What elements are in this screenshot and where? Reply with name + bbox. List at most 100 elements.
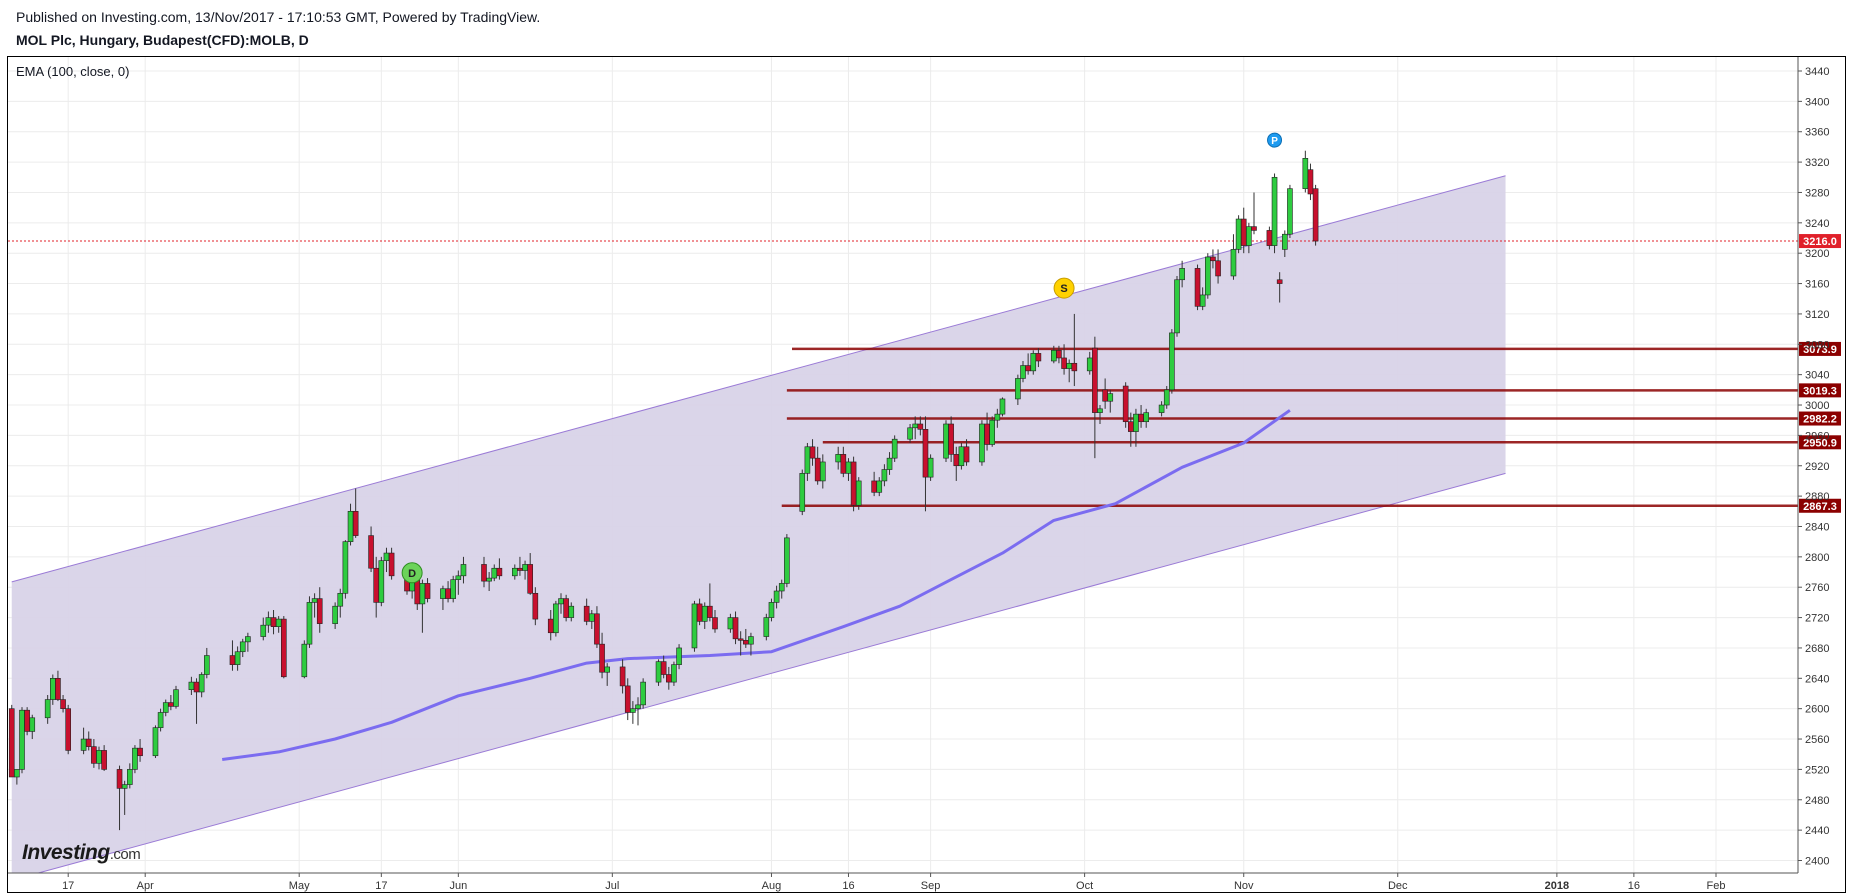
x-tick-label: Jul xyxy=(605,880,619,892)
candle-body-down xyxy=(193,681,200,693)
candle-body-down xyxy=(583,605,590,622)
candle-body-up xyxy=(1158,404,1165,413)
candle-body-up xyxy=(640,681,646,706)
x-tick-label: Oct xyxy=(1076,880,1093,892)
candle-body-down xyxy=(1102,389,1108,402)
marker-label: D xyxy=(408,568,416,580)
candle-body-down xyxy=(1251,226,1257,231)
candle-body-up xyxy=(1107,393,1114,402)
candle-body-down xyxy=(168,702,174,707)
candle-body-down xyxy=(424,583,431,599)
candle-body-up xyxy=(927,457,934,478)
candle-body-down xyxy=(814,457,821,482)
candle-body-up xyxy=(1302,158,1309,189)
candle-body-up xyxy=(245,636,251,643)
candle-body-up xyxy=(671,664,677,683)
x-tick-label: 17 xyxy=(375,880,387,892)
candle-body-down xyxy=(316,598,323,624)
candle-body-up xyxy=(383,552,390,561)
y-tick-label: 2520 xyxy=(1805,764,1829,776)
x-tick-label: May xyxy=(289,880,310,892)
candle-body-up xyxy=(44,699,51,719)
candle xyxy=(691,600,698,652)
candle-body-up xyxy=(588,613,595,622)
candle-body-up xyxy=(239,641,246,653)
candle-body-up xyxy=(1282,233,1288,250)
candle-body-up xyxy=(1169,332,1175,391)
candle-body-up xyxy=(1174,279,1180,334)
candle xyxy=(989,416,996,447)
candle-body-up xyxy=(1230,249,1237,277)
candle-body-up xyxy=(121,784,128,789)
x-tick-label: Jun xyxy=(449,880,467,892)
candle-body-down xyxy=(1138,413,1144,423)
candle-body-down xyxy=(1215,260,1221,277)
candlestick-chart[interactable]: 3073.93019.32982.22950.92867.3 DSP 24002… xyxy=(0,0,1855,895)
candle-body-up xyxy=(1179,268,1185,281)
candle-body-up xyxy=(1051,350,1057,362)
candle-body-up xyxy=(440,588,446,599)
candle-body-down xyxy=(280,618,287,678)
candle xyxy=(301,640,308,679)
candle-body-up xyxy=(188,681,195,690)
x-tick-label: 16 xyxy=(1628,880,1640,892)
y-tick-label: 2480 xyxy=(1805,795,1829,807)
candle xyxy=(342,540,349,599)
candle-body-up xyxy=(127,769,133,785)
y-tick-label: 2840 xyxy=(1805,521,1829,533)
y-tick-label: 3120 xyxy=(1805,309,1829,321)
candle-body-up xyxy=(332,605,338,624)
y-tick-label: 3000 xyxy=(1805,400,1829,412)
candle xyxy=(8,704,15,778)
candle-body-up xyxy=(152,727,159,757)
y-tick-label: 2760 xyxy=(1805,582,1829,594)
candle xyxy=(1230,234,1237,280)
candle-body-up xyxy=(162,702,169,713)
y-tick-label: 3200 xyxy=(1805,248,1829,260)
candle-body-up xyxy=(80,738,87,751)
candle-body-down xyxy=(1071,362,1078,372)
level-label: 2982.2 xyxy=(1803,414,1837,426)
candle-body-down xyxy=(229,655,236,665)
candle-body-up xyxy=(691,603,698,649)
candle xyxy=(65,704,71,755)
candle-body-down xyxy=(8,708,15,778)
investing-logo: Investing.com xyxy=(22,841,141,865)
candle-body-up xyxy=(768,602,775,618)
candle-body-up xyxy=(1133,413,1139,432)
candle-body-down xyxy=(101,750,107,770)
candle-body-up xyxy=(1086,357,1093,372)
candle-body-down xyxy=(1025,365,1031,372)
y-tick-label: 2400 xyxy=(1805,856,1829,868)
candle-body-up xyxy=(157,712,164,728)
candle-body-down xyxy=(922,429,929,478)
candle-body-down xyxy=(517,567,523,571)
candle xyxy=(450,575,457,603)
candle-body-down xyxy=(388,552,395,577)
candle-body-down xyxy=(1266,230,1273,246)
y-tick-label: 3160 xyxy=(1805,279,1829,291)
candle-body-up xyxy=(14,769,20,778)
candle-body-up xyxy=(275,618,282,627)
candle-body-up xyxy=(1066,362,1072,369)
candle xyxy=(306,596,313,648)
candle-body-up xyxy=(886,457,893,470)
candle-body-down xyxy=(619,666,626,687)
candle-body-up xyxy=(994,413,1001,421)
candle-body-down xyxy=(496,567,503,577)
x-tick-label: 2018 xyxy=(1545,880,1569,892)
candle-body-up xyxy=(819,461,826,482)
candle-body-down xyxy=(696,603,703,622)
candle-body-down xyxy=(55,678,61,700)
candle-body-up xyxy=(943,423,949,459)
candle-body-up xyxy=(173,689,179,707)
y-tick-label: 3440 xyxy=(1805,66,1829,78)
candle xyxy=(1169,329,1175,394)
candle-body-down xyxy=(984,423,990,445)
candle-body-up xyxy=(337,592,344,607)
candle-body-up xyxy=(804,446,811,474)
candle-body-up xyxy=(342,541,349,594)
candle-body-down xyxy=(1312,188,1319,242)
marker-label: P xyxy=(1271,136,1278,147)
candle-body-down xyxy=(24,709,30,732)
